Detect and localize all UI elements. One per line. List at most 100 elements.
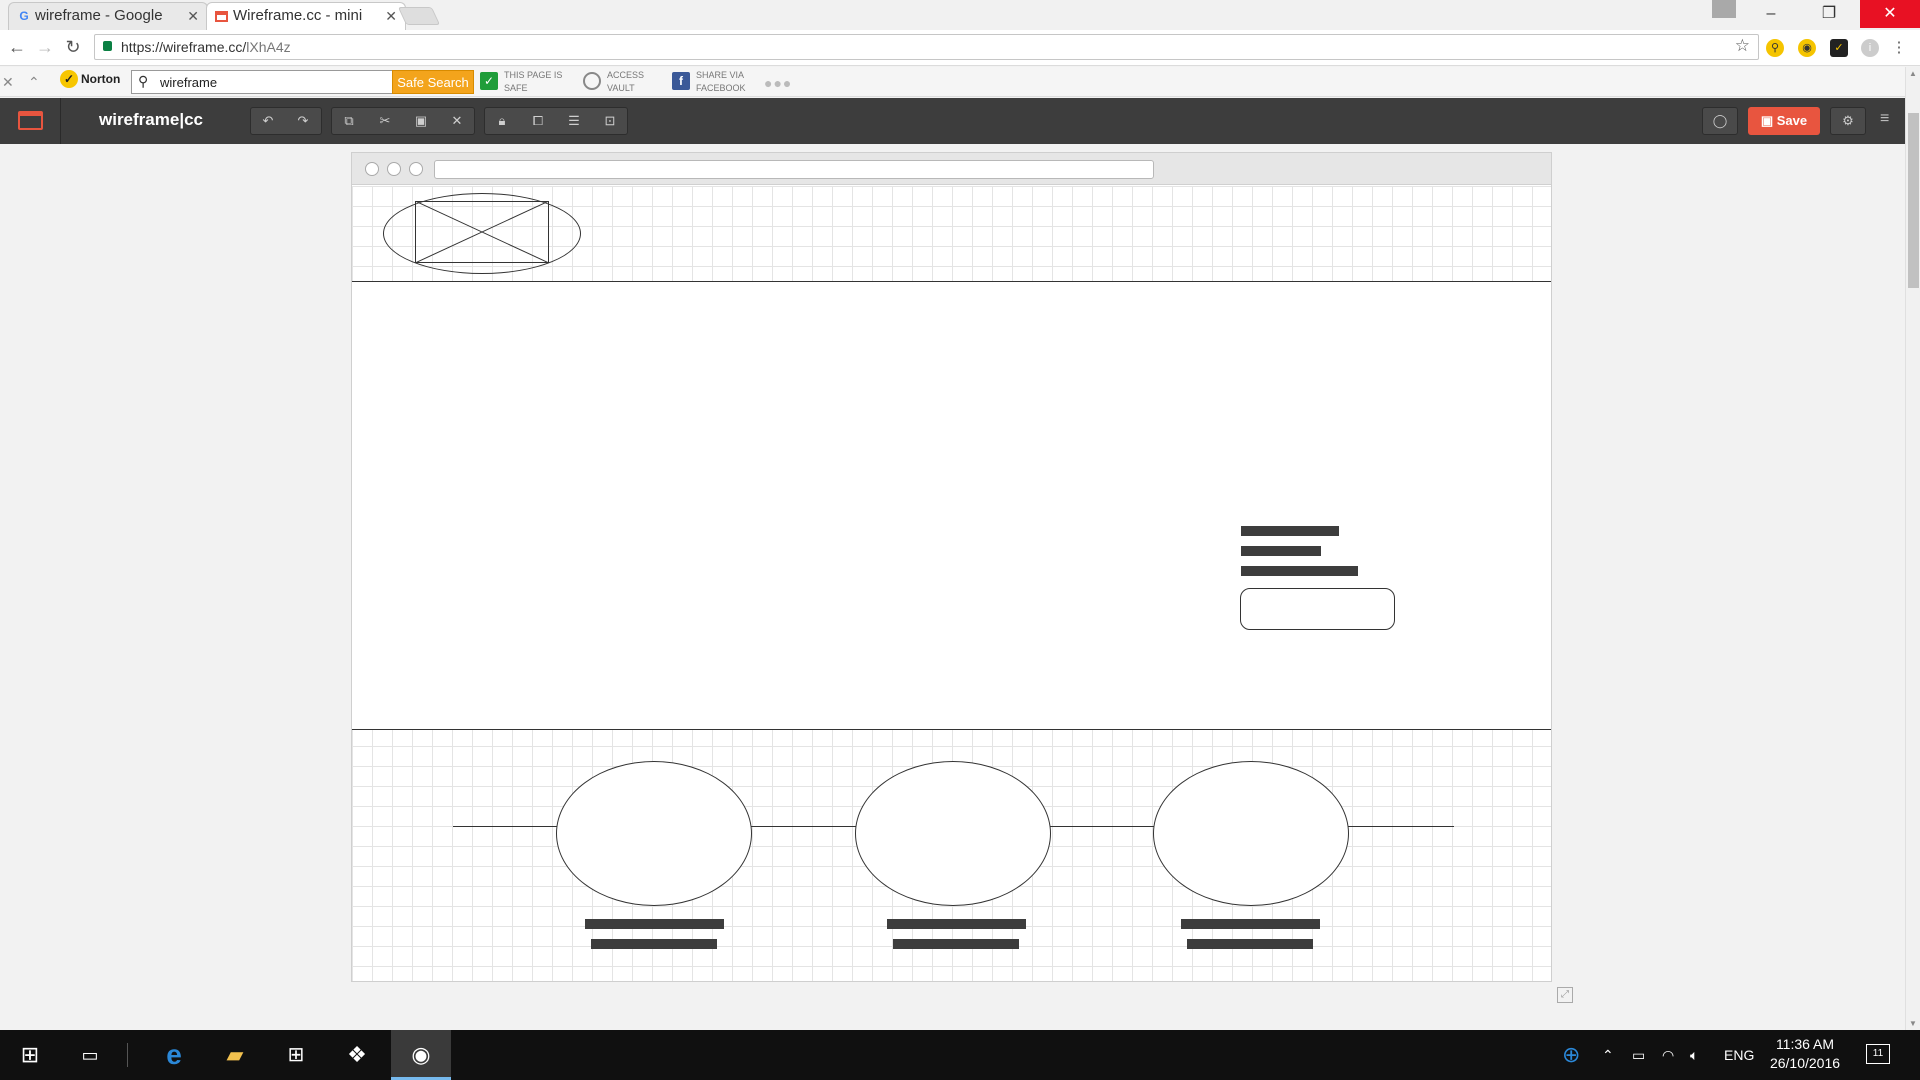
taskbar: ⊞ ▭ e ▰ ⊞ ❖ ◉ ⊕ ⌃ ▭ ◠ 🔈︎ ENG 11:36 AM 26… [0, 1030, 1920, 1080]
page-safe-indicator[interactable]: ✓ THIS PAGE IS SAFE [480, 69, 562, 95]
clock-time: 11:36 AM [1775, 1036, 1835, 1052]
history-tool-group: ↶ ↷ [250, 107, 322, 135]
share-facebook-button[interactable]: f SHARE VIA FACEBOOK [672, 69, 746, 95]
minimize-button[interactable]: – [1748, 0, 1794, 28]
show-hidden-icons-icon[interactable]: ⌃ [1602, 1030, 1614, 1080]
cut-icon[interactable]: ✂ [368, 108, 402, 134]
hamburger-menu-icon[interactable]: ≡ [1880, 110, 1889, 128]
mockup-window-dot [409, 162, 423, 176]
taskbar-divider [127, 1043, 128, 1067]
windows-start-icon[interactable]: ⊞ [0, 1030, 60, 1080]
settings-icon[interactable]: ⚙ [1830, 107, 1866, 135]
text-line-placeholder[interactable] [1181, 919, 1320, 929]
google-icon: G [19, 9, 29, 23]
text-line-placeholder[interactable] [1241, 566, 1358, 576]
profile-icon[interactable] [1712, 0, 1736, 18]
text-line-placeholder[interactable] [1241, 546, 1321, 556]
wifi-icon[interactable]: ◠ [1662, 1030, 1674, 1080]
save-icon: ▣ [1760, 113, 1777, 128]
more-options-icon[interactable]: ●●● [764, 75, 792, 91]
text-line-placeholder[interactable] [585, 919, 724, 929]
edit-tool-group: ⧉ ✂ ▣ ✕ [331, 107, 475, 135]
url-text: https://wireframe.cc/lXhA4z [121, 39, 291, 55]
undo-icon[interactable]: ↶ [251, 108, 285, 134]
new-tab-button[interactable] [397, 7, 441, 25]
copy-icon[interactable]: ⧉ [332, 108, 366, 134]
circle-shape[interactable] [556, 761, 752, 906]
scroll-down-icon[interactable]: ▼ [1909, 1019, 1917, 1028]
chrome-icon[interactable]: ◉ [391, 1030, 451, 1080]
tab-title: wireframe - Google [35, 7, 163, 24]
maximize-button[interactable]: ❐ [1806, 0, 1852, 28]
mockup-url-bar [434, 160, 1154, 179]
facebook-icon: f [672, 72, 690, 90]
battery-icon[interactable]: ▭ [1632, 1030, 1645, 1080]
norton-tray-icon[interactable]: ⊕ [1562, 1030, 1580, 1080]
page-scrollbar[interactable]: ▲ ▼ [1905, 67, 1920, 1030]
store-icon[interactable]: ⊞ [266, 1030, 326, 1080]
safe-search-button[interactable]: Safe Search [392, 70, 474, 94]
norton-identity-icon[interactable]: ✓ [1830, 39, 1848, 57]
scroll-up-icon[interactable]: ▲ [1909, 69, 1917, 78]
file-explorer-icon[interactable]: ▰ [205, 1030, 265, 1080]
norton-vault-icon[interactable]: ◉ [1798, 39, 1816, 57]
resize-handle-icon[interactable]: ⤢ [1557, 987, 1573, 1003]
task-view-icon[interactable]: ▭ [60, 1030, 120, 1080]
action-center-icon[interactable]: 11 [1866, 1044, 1890, 1064]
button-placeholder[interactable] [1240, 588, 1395, 630]
app-brand: wireframe|cc [99, 110, 203, 129]
collapse-toolbar-icon[interactable]: ⌃ [28, 74, 40, 91]
toolbar-divider [60, 98, 61, 144]
close-toolbar-icon[interactable]: ✕ [2, 74, 14, 91]
circle-shape[interactable] [855, 761, 1051, 906]
extension-icon[interactable]: i [1861, 39, 1879, 57]
design-canvas[interactable]: ⤢ [0, 144, 1905, 1030]
redo-icon[interactable]: ↷ [286, 108, 320, 134]
close-tab-icon[interactable]: ✕ [187, 3, 199, 29]
browser-toolbar: ← → ↻ https://wireframe.cc/lXhA4z ☆ ⚲ ◉ … [0, 30, 1920, 66]
close-tab-icon[interactable]: ✕ [385, 3, 397, 29]
save-button[interactable]: ▣ Save [1748, 107, 1820, 135]
norton-search-input[interactable]: ⚲ wireframe [131, 70, 393, 94]
paste-icon[interactable]: ▣ [404, 108, 438, 134]
app-menu-icon[interactable] [18, 111, 43, 130]
forward-icon[interactable]: → [34, 36, 56, 58]
tab-google-search[interactable]: G wireframe - Google ✕ [8, 2, 208, 30]
align-icon[interactable]: ☰ [557, 108, 591, 134]
dropbox-icon[interactable]: ❖ [327, 1030, 387, 1080]
image-placeholder-icon[interactable] [415, 201, 549, 263]
bookmark-star-icon[interactable]: ☆ [1735, 36, 1750, 56]
lock-icon[interactable]: 🔒︎ [485, 108, 519, 134]
text-line-placeholder[interactable] [1187, 939, 1313, 949]
delete-icon[interactable]: ✕ [440, 108, 474, 134]
bring-to-front-icon[interactable]: ⧠ [521, 108, 555, 134]
comment-icon[interactable]: ◯ [1702, 107, 1738, 135]
back-icon[interactable]: ← [6, 36, 28, 58]
wireframecc-icon [215, 11, 228, 22]
lock-icon [103, 41, 112, 51]
scroll-thumb[interactable] [1908, 113, 1919, 288]
text-line-placeholder[interactable] [893, 939, 1019, 949]
volume-icon[interactable]: 🔈︎ [1690, 1030, 1698, 1080]
safe-check-icon: ✓ [480, 72, 498, 90]
access-vault-button[interactable]: ACCESS VAULT [583, 69, 644, 95]
norton-safe-search-icon[interactable]: ⚲ [1766, 39, 1784, 57]
hero-section[interactable] [352, 281, 1551, 730]
clock[interactable]: 11:36 AM 26/10/2016 [1760, 1035, 1850, 1073]
group-icon[interactable]: ⊡ [593, 108, 627, 134]
text-line-placeholder[interactable] [1241, 526, 1339, 536]
edge-icon[interactable]: e [144, 1030, 204, 1080]
canvas-grid[interactable] [352, 186, 1551, 981]
browser-frame-mockup[interactable] [351, 152, 1552, 982]
tab-wireframecc[interactable]: Wireframe.cc - mini ✕ [206, 2, 406, 30]
address-bar[interactable]: https://wireframe.cc/lXhA4z ☆ [94, 34, 1759, 60]
text-line-placeholder[interactable] [591, 939, 717, 949]
chrome-menu-icon[interactable]: ⋮ [1890, 39, 1908, 57]
reload-icon[interactable]: ↻ [62, 36, 84, 58]
app-toolbar: wireframe|cc ↶ ↷ ⧉ ✂ ▣ ✕ 🔒︎ ⧠ ☰ ⊡ ◯ ▣ Sa… [0, 98, 1905, 144]
circle-shape[interactable] [1153, 761, 1349, 906]
text-line-placeholder[interactable] [887, 919, 1026, 929]
close-window-button[interactable]: ✕ [1860, 0, 1920, 28]
language-indicator[interactable]: ENG [1724, 1030, 1754, 1080]
norton-logo: ✓ Norton [60, 70, 120, 88]
